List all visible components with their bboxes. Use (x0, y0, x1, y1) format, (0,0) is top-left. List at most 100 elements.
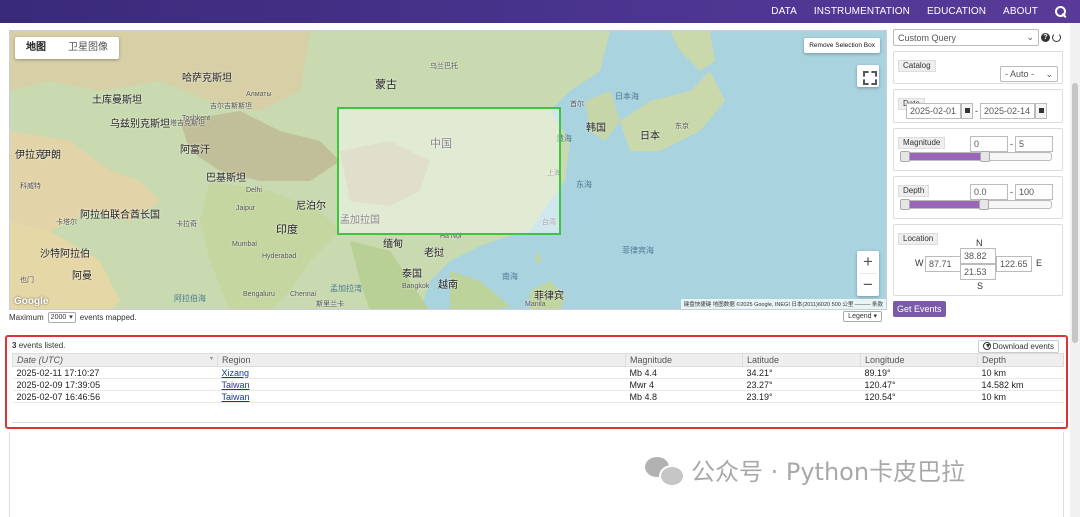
column-header-region[interactable]: Region (217, 353, 626, 367)
calendar-icon[interactable] (961, 103, 973, 119)
download-icon (982, 342, 991, 350)
query-select-value: Custom Query (898, 32, 957, 43)
cell-date: 2025-02-11 17:10:27 (12, 366, 218, 379)
map-label-delhi: Delhi (246, 187, 262, 194)
depth-max-input[interactable]: 100 (1015, 184, 1053, 200)
magnitude-max-handle[interactable] (980, 151, 990, 162)
map-type-map-button[interactable]: 地图 (15, 37, 57, 59)
chevron-down-icon: ⌄ (1045, 68, 1053, 79)
map-label-uae: 阿拉伯联合酋长国 (80, 210, 160, 221)
south-input[interactable]: 21.53 (960, 264, 996, 280)
map-label-philippines: 菲律宾 (534, 291, 564, 302)
map-label-sri-lanka: 斯里兰卡 (316, 301, 344, 308)
map-label-pakistan: 巴基斯坦 (206, 173, 246, 184)
max-events-value: 2000 (50, 313, 67, 321)
top-nav: DATA INSTRUMENTATION EDUCATION ABOUT (0, 0, 1080, 23)
watermark-text: 公众号 · Python卡皮巴拉 (691, 458, 966, 486)
location-box: Location N 38.82 W 87.71 122.65 E 21.53 … (893, 224, 1063, 296)
nav-education-link[interactable]: EDUCATION (927, 6, 986, 17)
depth-title: Depth (898, 185, 930, 197)
magnitude-min-input[interactable]: 0 (970, 136, 1008, 152)
map-label-vietnam: 越南 (438, 280, 458, 291)
legend-button[interactable]: Legend ▾ (843, 311, 882, 322)
region-link[interactable]: Taiwan (222, 380, 250, 390)
date-start-input[interactable]: 2025-02-01 (906, 103, 961, 119)
help-icon[interactable]: ? (1041, 33, 1050, 42)
column-header-longitude[interactable]: Longitude (860, 353, 978, 367)
events-count-suffix: events listed. (18, 341, 66, 350)
remove-selection-button[interactable]: Remove Selection Box (804, 38, 880, 53)
map-label-oman: 阿曼 (72, 271, 92, 282)
table-row[interactable]: 2025-02-09 17:39:05 Taiwan Mwr 4 23.27° … (12, 378, 1064, 391)
map-label-seoul: 首尔 (570, 101, 584, 108)
map-label-almaty: Алматы (246, 91, 272, 98)
map-label-philippine-sea: 菲律宾海 (622, 246, 654, 255)
sort-icon: ▾ (209, 356, 213, 362)
region-link[interactable]: Xizang (222, 368, 250, 378)
cell-magnitude: Mb 4.4 (625, 366, 743, 379)
map-type-satellite-button[interactable]: 卫星图像 (57, 37, 119, 59)
map-label-tashkent: Toshkent (182, 115, 211, 122)
selection-box[interactable] (337, 107, 561, 235)
depth-slider[interactable] (900, 199, 1052, 210)
query-panel: Custom Query ⌄ ? Catalog - Auto - ⌄ Date… (893, 29, 1063, 317)
watermark: 公众号 · Python卡皮巴拉 (645, 452, 965, 487)
download-label: Download events (992, 342, 1054, 351)
cell-latitude: 34.21° (742, 366, 861, 379)
table-row[interactable]: 2025-02-07 16:46:56 Taiwan Mb 4.8 23.19°… (12, 390, 1064, 403)
cell-magnitude: Mwr 4 (625, 378, 743, 391)
date-end-input[interactable]: 2025-02-14 (980, 103, 1035, 119)
depth-max-handle[interactable] (978, 199, 989, 210)
magnitude-slider[interactable] (900, 151, 1052, 162)
column-header-magnitude[interactable]: Magnitude (625, 353, 743, 367)
catalog-select[interactable]: - Auto - ⌄ (1000, 66, 1058, 82)
column-header-depth[interactable]: Depth (977, 353, 1064, 367)
calendar-icon[interactable] (1035, 103, 1047, 119)
nav-data-link[interactable]: DATA (771, 6, 797, 17)
max-events-select[interactable]: 2000 ▾ (47, 311, 76, 323)
cell-region: Taiwan (217, 390, 626, 403)
location-grid: N 38.82 W 87.71 122.65 E 21.53 S (898, 238, 1058, 306)
map-label-myanmar: 缅甸 (383, 239, 403, 250)
events-count-number: 3 (12, 341, 17, 350)
magnitude-max-input[interactable]: 5 (1015, 136, 1053, 152)
region-link[interactable]: Taiwan (222, 392, 250, 402)
north-input[interactable]: 38.82 (960, 248, 996, 264)
zoom-out-button[interactable]: − (857, 274, 879, 296)
map-label-karachi: 卡拉奇 (176, 221, 197, 228)
nav-instrumentation-link[interactable]: INSTRUMENTATION (814, 6, 910, 17)
map-label-bengaluru: Bengaluru (243, 291, 275, 298)
map-label-nepal: 尼泊尔 (296, 201, 326, 212)
page-scrollbar[interactable] (1070, 23, 1080, 517)
query-select[interactable]: Custom Query ⌄ (893, 29, 1039, 46)
table-row[interactable]: 2025-02-11 17:10:27 Xizang Mb 4.4 34.21°… (12, 366, 1064, 379)
depth-min-input[interactable]: 0.0 (970, 184, 1008, 200)
west-input[interactable]: 87.71 (925, 256, 961, 272)
south-label: S (977, 281, 984, 291)
cell-depth: 10 km (977, 390, 1064, 403)
map-label-saudi: 沙特阿拉伯 (40, 249, 90, 260)
depth-min-handle[interactable] (900, 199, 910, 210)
map-label-india: 印度 (276, 224, 298, 236)
column-header-date[interactable]: Date (UTC) ▾ (12, 353, 218, 367)
scrollbar-thumb[interactable] (1072, 83, 1078, 343)
column-header-latitude[interactable]: Latitude (742, 353, 861, 367)
download-events-button[interactable]: Download events (977, 340, 1059, 353)
events-table: Date (UTC) ▾ Region Magnitude Latitude Lo… (12, 353, 1064, 403)
search-icon[interactable] (1055, 6, 1066, 17)
map-label-ulaanbaatar: 乌兰巴托 (430, 63, 458, 70)
cell-date: 2025-02-09 17:39:05 (12, 378, 218, 391)
zoom-in-button[interactable]: + (857, 251, 879, 273)
map-label-japan: 日本 (640, 131, 660, 142)
west-label: W (915, 258, 924, 268)
chevron-down-icon: ▾ (69, 313, 73, 321)
map[interactable]: 哈萨克斯坦 蒙古 中国 印度 伊朗 巴基斯坦 阿富汗 土库曼斯坦 乌兹别克斯坦 … (9, 30, 887, 310)
east-input[interactable]: 122.65 (996, 256, 1032, 272)
map-label-mongolia: 蒙古 (375, 79, 397, 91)
catalog-box: Catalog - Auto - ⌄ (893, 51, 1063, 84)
fullscreen-icon[interactable] (857, 65, 879, 87)
cell-date: 2025-02-07 16:46:56 (12, 390, 218, 403)
magnitude-min-handle[interactable] (900, 151, 910, 162)
refresh-icon[interactable] (1052, 33, 1061, 42)
nav-about-link[interactable]: ABOUT (1003, 6, 1038, 17)
